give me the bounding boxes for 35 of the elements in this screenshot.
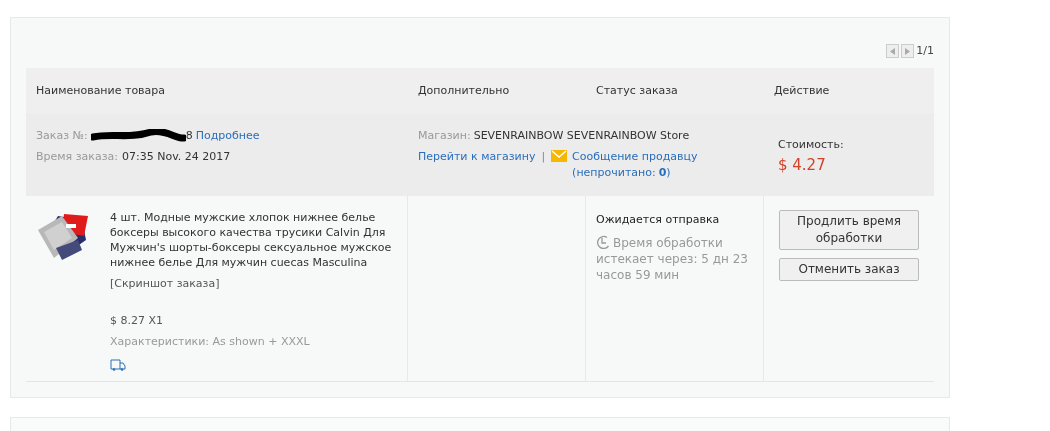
order-status: Ожидается отправка <box>596 212 721 228</box>
order-snapshot-link[interactable]: [Скриншот заказа] <box>110 276 400 293</box>
separator: | <box>541 148 546 165</box>
action-button[interactable]: Продлить время обработки <box>779 210 919 250</box>
column-header: Наименование товара <box>35 83 166 97</box>
right-arrow-icon <box>905 47 911 55</box>
processing-time-note: Время обработки истекает через: 5 дн 23 часов 59 мин <box>596 234 749 283</box>
unread-count: 0 <box>658 165 667 181</box>
store-label: Магазин: <box>418 128 471 144</box>
unread-close: ) <box>666 165 671 181</box>
previous-page-button[interactable] <box>886 44 900 58</box>
left-arrow-icon <box>890 47 896 55</box>
details-link[interactable]: Подробнее <box>195 128 260 145</box>
order-number: 8 <box>185 128 193 144</box>
order-cost: $ 4.27 <box>778 154 827 176</box>
truck-icon <box>110 358 126 371</box>
clock-icon <box>596 234 610 249</box>
page-counter: 1/1 <box>916 42 934 59</box>
unread-label: (непрочитано: <box>572 165 656 181</box>
product-title[interactable]: 4 шт. Модные мужские хлопок нижнее белье боксеры высокого качества трусики Calvin Для Мужчин's шорты-боксеры сексуальное мужское нижнее белье Для мужчин cuecas Masculina <box>110 210 400 270</box>
column-header: Дополнительно <box>417 83 510 97</box>
envelope-icon <box>551 149 568 162</box>
product-specs: Характеристики: As shown + XXXL <box>110 334 311 350</box>
order-time: 07:35 Nov. 24 2017 <box>122 148 231 165</box>
column-header: Статус заказа <box>595 83 678 97</box>
store-name: SEVENRAINBOW SEVENRAINBOW Store <box>473 128 690 144</box>
column-header: Действие <box>773 83 830 97</box>
cost-label: Стоимость: <box>778 137 845 153</box>
item-price: $ 8.27 X1 <box>110 312 165 329</box>
next-page-button[interactable] <box>901 44 915 58</box>
store-link[interactable]: Перейти к магазину <box>418 148 536 165</box>
order-number-label: Заказ №: <box>36 128 88 144</box>
message-seller-link[interactable]: Сообщение продавцу <box>572 148 698 165</box>
action-button[interactable]: Отменить заказ <box>779 258 919 281</box>
order-time-label: Время заказа: <box>36 148 118 165</box>
